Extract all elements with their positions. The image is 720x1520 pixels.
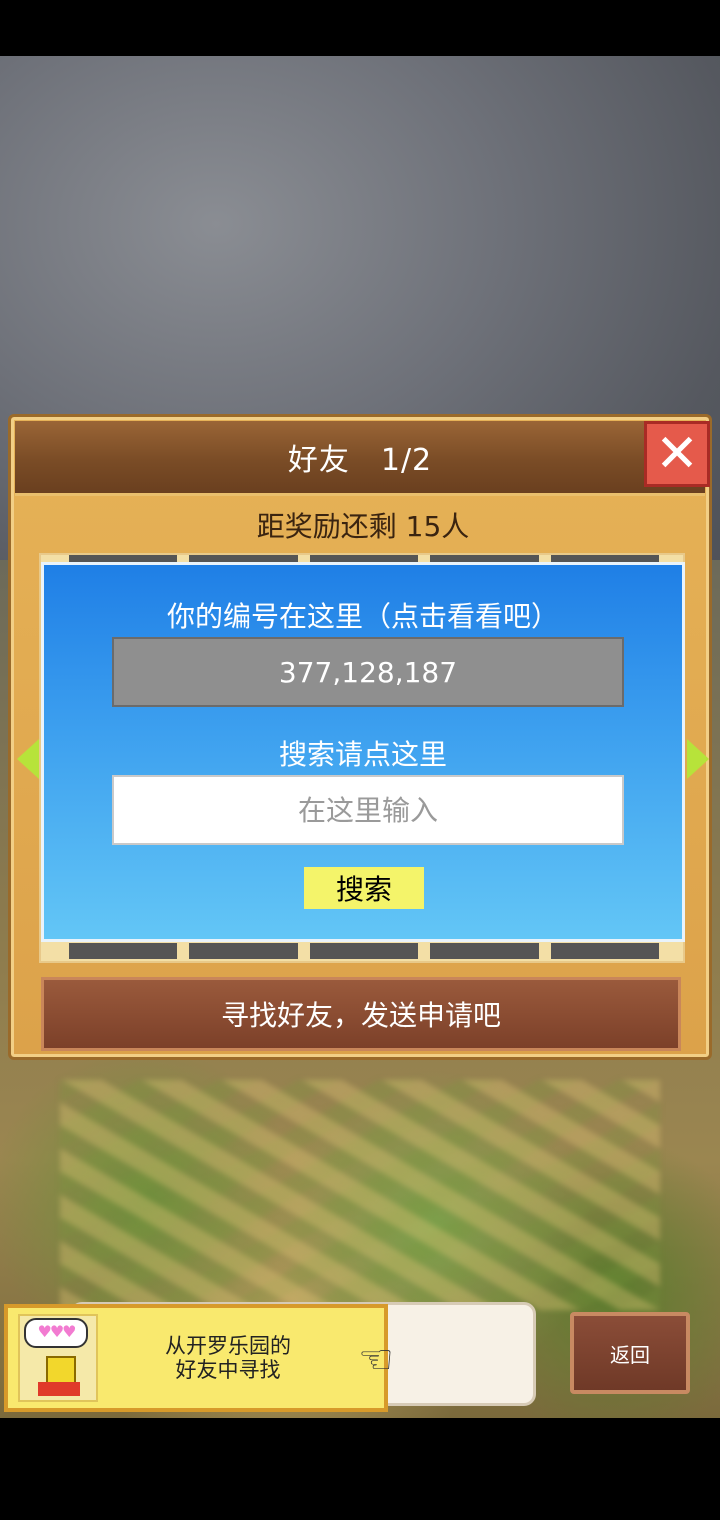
your-id-field[interactable]: 377,128,187	[112, 637, 624, 707]
reward-remaining-text: 距奖励还剩 15人	[256, 510, 470, 543]
friend-slot	[69, 943, 178, 959]
search-panel: 你的编号在这里（点击看看吧） 377,128,187 搜索请点这里 搜索	[41, 562, 685, 942]
dialog-title: 好友 1/2	[287, 443, 433, 478]
friend-slot	[309, 943, 419, 959]
pointing-hand-icon: ☜	[358, 1337, 394, 1383]
back-button[interactable]: 返回	[570, 1312, 690, 1394]
your-id-label: 你的编号在这里（点击看看吧）	[166, 600, 559, 633]
dialog-title-bar: 好友 1/2	[15, 421, 705, 496]
navigation-bar	[0, 1418, 720, 1520]
banner-text: 从开罗乐园的 好友中寻找	[128, 1334, 328, 1382]
search-input[interactable]	[112, 775, 624, 845]
farm-tiles	[60, 1080, 660, 1310]
status-bar	[0, 0, 720, 56]
friend-slot	[189, 943, 298, 959]
close-icon: ✕	[655, 424, 699, 484]
search-button[interactable]: 搜索	[304, 867, 424, 909]
kairo-friends-banner[interactable]: ♥♥♥ 从开罗乐园的 好友中寻找	[4, 1304, 388, 1412]
banner-text-line1: 从开罗乐园的	[165, 1334, 291, 1358]
hearts-speech-bubble: ♥♥♥	[24, 1318, 88, 1348]
friend-slot	[430, 943, 539, 959]
friends-dialog: 好友 1/2 ✕ 距奖励还剩 15人 你的编号在这里（点击看看吧） 377,12…	[8, 414, 712, 1060]
prev-page-arrow-icon[interactable]	[17, 739, 39, 779]
search-label: 搜索请点这里	[278, 738, 447, 771]
avatar: ♥♥♥	[18, 1314, 98, 1402]
close-button[interactable]: ✕	[644, 421, 710, 487]
next-page-arrow-icon[interactable]	[687, 739, 709, 779]
avatar-body	[38, 1382, 80, 1396]
friend-slots-bottom	[69, 943, 660, 959]
avatar-face	[46, 1356, 76, 1384]
banner-text-line2: 好友中寻找	[175, 1358, 281, 1382]
find-friends-button[interactable]: 寻找好友，发送申请吧	[41, 977, 681, 1051]
friend-slot	[550, 943, 660, 959]
